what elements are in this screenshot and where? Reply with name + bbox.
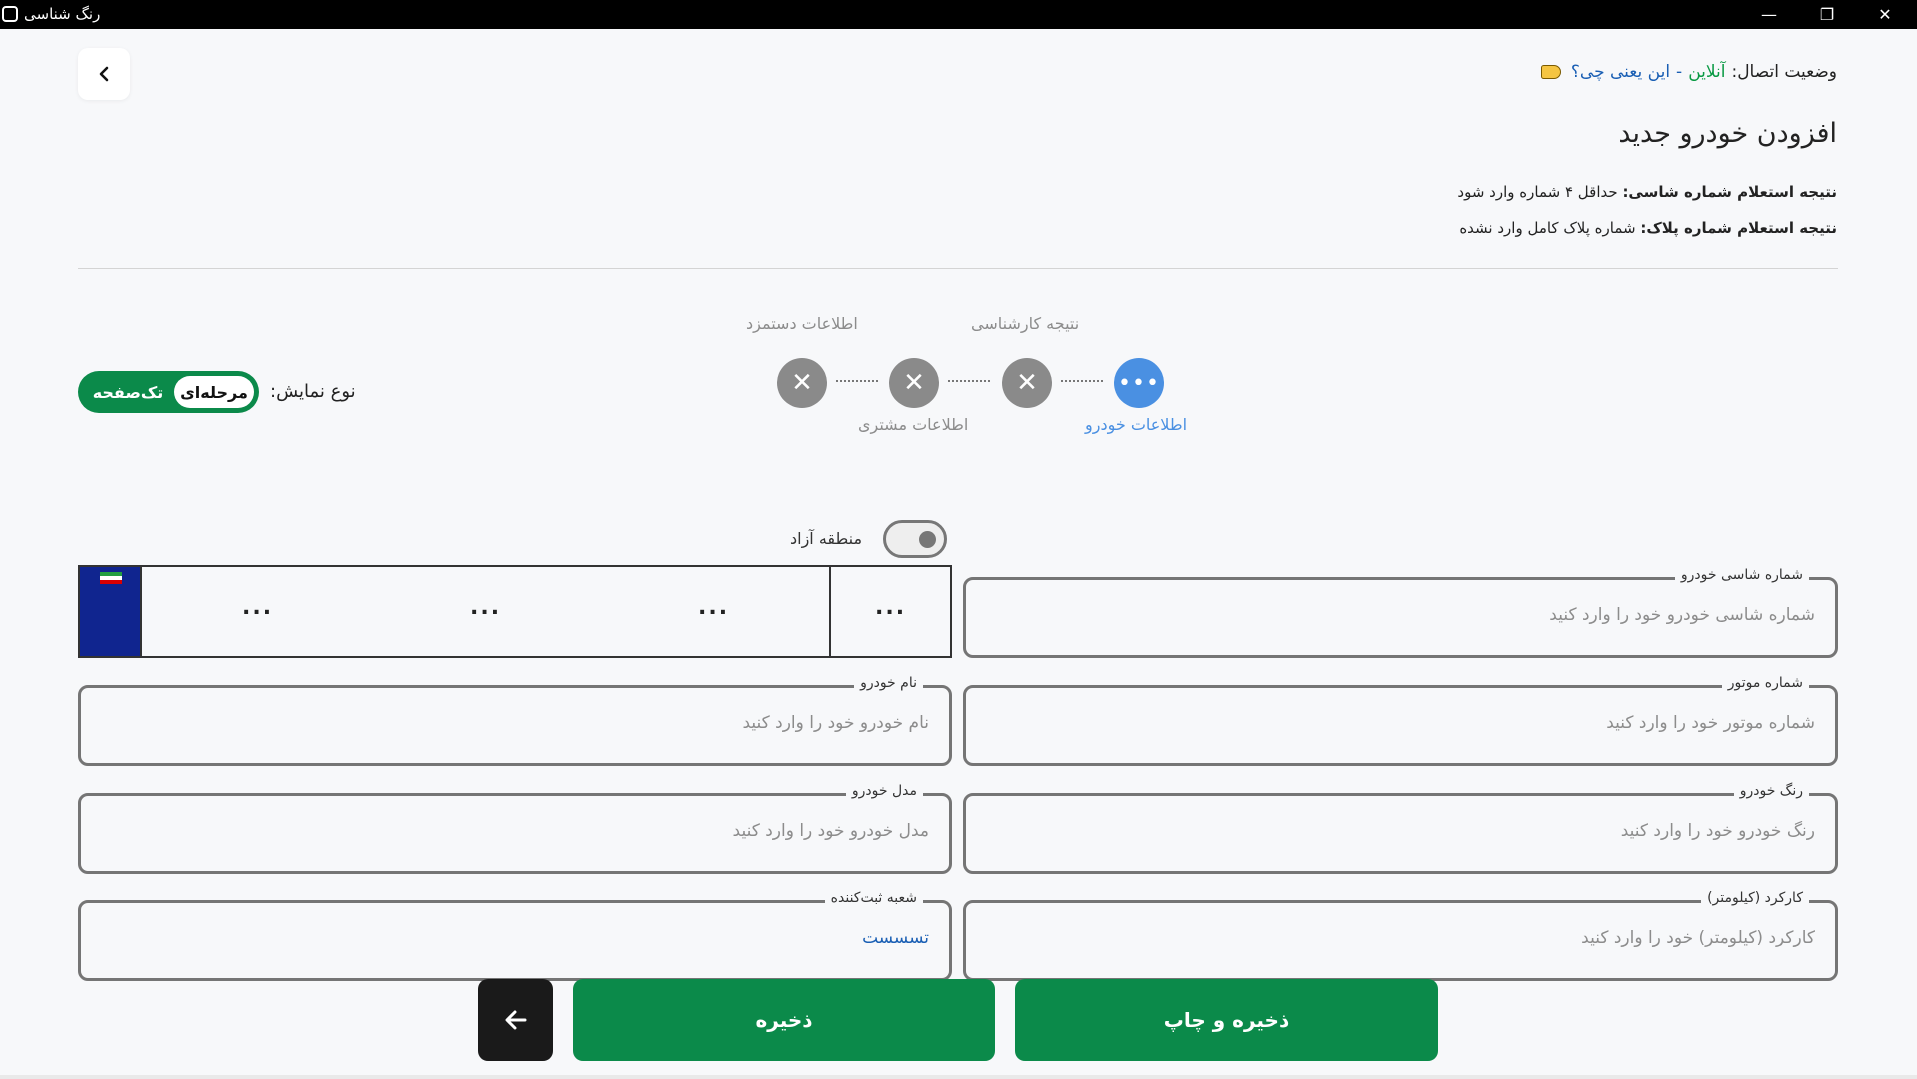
pointing-hand-icon [1540,65,1561,79]
registering-branch-field[interactable]: شعبه ثبت‌کننده [78,890,952,981]
plate-separator [829,567,831,656]
chassis-number-label: شماره شاسی خودرو [1674,567,1809,583]
divider [78,268,1838,269]
car-name-label: نام خودرو [854,675,923,691]
view-type-option-single-page[interactable]: تک‌صفحه [84,376,172,408]
bottom-strip [0,1075,1917,1079]
chassis-inquiry-result: نتیجه استعلام شماره شاسی: حداقل ۴ شماره … [1457,183,1837,201]
app-icon [2,6,18,22]
window-titlebar: رنگ شناسی — ❐ ✕ [0,0,1917,29]
car-color-label: رنگ خودرو [1733,783,1809,799]
chassis-inquiry-value: حداقل ۴ شماره وارد شود [1457,183,1618,201]
connection-help-link[interactable]: این یعنی چی؟ [1571,62,1670,82]
switch-knob [919,531,936,548]
save-and-print-button[interactable]: ذخیره و چاپ [1015,979,1438,1061]
mileage-input[interactable] [1119,928,1815,948]
connection-label: وضعیت اتصال: [1731,62,1837,82]
page-title: افزودن خودرو جدید [1618,118,1837,149]
back-button[interactable] [78,48,130,100]
step-label-customer-info: اطلاعات مشتری [858,415,969,434]
mileage-label: کارکرد (کیلومتر) [1701,890,1809,906]
step-circle-customer-info[interactable]: ✕ [889,358,939,408]
view-type-label: نوع نمایش: [270,381,356,402]
car-model-input[interactable] [234,821,929,841]
save-button[interactable]: ذخیره [573,979,995,1061]
engine-number-input[interactable] [1119,713,1815,733]
next-step-button[interactable] [478,979,553,1061]
step-connector [836,380,878,382]
plate-segment[interactable]: ... [242,595,273,620]
view-type-toggle[interactable]: مرحله‌ای تک‌صفحه [78,371,259,413]
chassis-inquiry-label: نتیجه استعلام شماره شاسی: [1622,183,1837,201]
chassis-number-input[interactable] [1119,605,1815,625]
engine-number-label: شماره موتور [1721,675,1809,691]
car-name-input[interactable] [234,713,929,733]
chassis-number-field[interactable]: شماره شاسی خودرو [963,567,1838,658]
view-type-option-stepwise[interactable]: مرحله‌ای [174,376,254,408]
car-color-field[interactable]: رنگ خودرو [963,783,1838,874]
minimize-button[interactable]: — [1741,0,1797,29]
connection-status-value: آنلاین [1688,62,1726,82]
step-label-wage-info: اطلاعات دستمزد [746,314,858,333]
restore-button[interactable]: ❐ [1799,0,1855,29]
license-plate-input[interactable]: ... ... ... ... [78,565,952,658]
registering-branch-input[interactable] [234,928,929,948]
car-name-field[interactable]: نام خودرو [78,675,952,766]
car-model-label: مدل خودرو [845,783,923,799]
arrow-left-icon [505,1010,526,1030]
free-zone-switch[interactable] [883,520,947,558]
engine-number-field[interactable]: شماره موتور [963,675,1838,766]
connection-separator: - [1676,62,1683,82]
registering-branch-label: شعبه ثبت‌کننده [824,890,923,906]
plate-segment[interactable]: ... [875,595,906,620]
plate-inquiry-label: نتیجه استعلام شماره پلاک: [1640,219,1837,237]
connection-status: وضعیت اتصال: آنلاین - این یعنی چی؟ [1540,62,1837,82]
window-title: رنگ شناسی [24,5,101,23]
step-connector [1061,380,1103,382]
step-connector [948,380,990,382]
plate-flag-strip [80,567,142,656]
iran-flag-icon [100,572,122,584]
step-circle-wage-info[interactable]: ✕ [777,358,827,408]
chevron-left-icon [99,66,109,82]
plate-inquiry-result: نتیجه استعلام شماره پلاک: شماره پلاک کام… [1459,219,1837,237]
step-circle-expert-result[interactable]: ✕ [1002,358,1052,408]
plate-segment[interactable]: ... [470,595,501,620]
step-circle-car-info[interactable]: ••• [1114,358,1164,408]
mileage-field[interactable]: کارکرد (کیلومتر) [963,890,1838,981]
free-zone-label: منطقه آزاد [790,529,863,548]
plate-inquiry-value: شماره پلاک کامل وارد نشده [1459,219,1636,237]
car-model-field[interactable]: مدل خودرو [78,783,952,874]
step-label-expert-result: نتیجه کارشناسی [971,314,1080,333]
plate-segment[interactable]: ... [698,595,729,620]
step-label-car-info: اطلاعات خودرو [1085,415,1188,434]
car-color-input[interactable] [1119,821,1815,841]
close-button[interactable]: ✕ [1857,0,1913,29]
